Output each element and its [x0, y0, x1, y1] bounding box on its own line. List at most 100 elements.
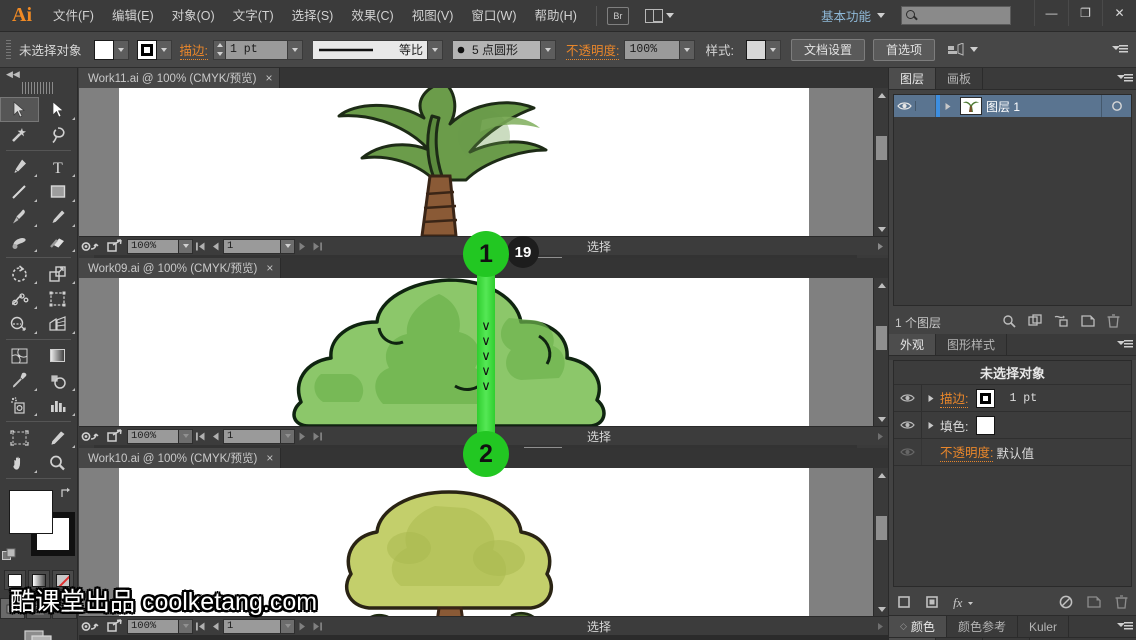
fill-color-control[interactable]	[93, 39, 129, 60]
vertical-scrollbar-3[interactable]	[873, 468, 889, 616]
stroke-dropdown-button[interactable]	[156, 39, 172, 60]
last-artboard-button[interactable]	[310, 428, 325, 445]
maximize-button[interactable]: ❐	[1068, 0, 1102, 26]
zoom-level-value[interactable]: 100%	[127, 238, 179, 254]
previous-artboard-button[interactable]	[208, 238, 223, 255]
previous-artboard-button[interactable]	[208, 428, 223, 445]
eye-icon[interactable]	[894, 101, 916, 111]
status-expand-button[interactable]	[873, 238, 888, 255]
share-icon[interactable]	[103, 428, 127, 445]
artboard-number-value[interactable]: 1	[223, 428, 281, 444]
add-new-fill-icon[interactable]	[925, 595, 939, 612]
perspective-grid-tool[interactable]	[39, 311, 78, 336]
symbol-sprayer-tool[interactable]	[0, 393, 39, 418]
tab-color-guide[interactable]: 颜色参考	[946, 616, 1018, 637]
appearance-fill-label[interactable]: 填色:	[940, 416, 968, 435]
tab-artboards[interactable]: 画板	[936, 68, 984, 89]
artboard-number-value[interactable]: 1	[223, 238, 281, 254]
tab-graphic-styles[interactable]: 图形样式	[936, 334, 1008, 355]
menu-help[interactable]: 帮助(H)	[526, 0, 586, 32]
toolbar-grip[interactable]	[22, 82, 55, 94]
paintbrush-tool[interactable]	[0, 204, 39, 229]
first-artboard-button[interactable]	[193, 428, 208, 445]
width-tool[interactable]	[0, 286, 39, 311]
appearance-row-fill[interactable]: 填色:	[894, 411, 1131, 439]
scroll-down-icon[interactable]	[874, 412, 889, 426]
eye-icon[interactable]	[894, 384, 922, 412]
preferences-button[interactable]: 首选项	[872, 38, 935, 61]
document-tab-work10[interactable]: Work10.ai @ 100% (CMYK/预览) ×	[79, 448, 282, 468]
menu-window[interactable]: 窗口(W)	[462, 0, 525, 32]
document-tab-work11[interactable]: Work11.ai @ 100% (CMYK/预览) ×	[79, 68, 281, 88]
tab-appearance[interactable]: 外观	[889, 334, 937, 355]
workspace-chevron-icon[interactable]	[877, 13, 885, 18]
menu-type[interactable]: 文字(T)	[224, 0, 283, 32]
menu-edit[interactable]: 编辑(E)	[103, 0, 163, 32]
artboard-tool[interactable]	[0, 425, 39, 450]
locate-object-icon[interactable]	[1002, 314, 1016, 331]
fill-color-box[interactable]	[9, 490, 53, 534]
stroke-color-control[interactable]	[136, 39, 172, 60]
style-dropdown[interactable]	[765, 39, 781, 60]
zoom-level-value[interactable]: 100%	[127, 428, 179, 444]
layer-target-icon[interactable]	[1101, 95, 1131, 117]
bridge-button[interactable]: Br	[606, 6, 629, 25]
vertical-scroll-thumb[interactable]	[876, 326, 887, 350]
blend-tool[interactable]	[39, 368, 78, 393]
lock-toggle[interactable]	[916, 95, 936, 117]
graphic-style-control[interactable]	[745, 39, 781, 60]
menu-object[interactable]: 对象(O)	[163, 0, 224, 32]
brush-definition-control[interactable]: 5 点圆形	[453, 39, 556, 60]
scroll-down-icon[interactable]	[874, 222, 889, 236]
next-artboard-button[interactable]	[295, 428, 310, 445]
stroke-weight-stepper[interactable]	[213, 39, 226, 60]
line-segment-tool[interactable]	[0, 179, 39, 204]
make-clipping-mask-icon[interactable]	[1028, 313, 1042, 331]
stroke-weight-control[interactable]: 1 pt	[213, 39, 303, 60]
close-icon[interactable]: ×	[266, 261, 273, 275]
mesh-tool[interactable]	[0, 343, 39, 368]
eye-icon[interactable]	[894, 438, 922, 466]
stroke-swatch[interactable]	[136, 39, 157, 60]
duplicate-item-icon[interactable]	[1087, 595, 1101, 612]
artboard-dropdown[interactable]	[281, 428, 295, 444]
create-sublayer-icon[interactable]	[1054, 314, 1069, 331]
zoom-tool[interactable]	[39, 450, 78, 475]
lasso-tool[interactable]	[39, 122, 78, 147]
eyedropper-tool[interactable]	[0, 368, 39, 393]
minimize-button[interactable]: —	[1034, 0, 1068, 26]
menu-effect[interactable]: 效果(C)	[342, 0, 402, 32]
pencil-tool[interactable]	[39, 204, 78, 229]
rotate-tool[interactable]	[0, 261, 39, 286]
canvas-work09[interactable]	[79, 278, 873, 426]
scale-tool[interactable]	[39, 261, 78, 286]
next-artboard-button[interactable]	[295, 238, 310, 255]
tab-color[interactable]: ◇ 颜色	[889, 616, 947, 637]
opacity-dropdown[interactable]	[680, 39, 696, 60]
menu-file[interactable]: 文件(F)	[44, 0, 103, 32]
stroke-profile-control[interactable]: 等比	[313, 39, 443, 60]
artboard-dropdown[interactable]	[281, 238, 295, 254]
eraser-tool[interactable]	[39, 229, 78, 254]
fill-dropdown-button[interactable]	[113, 39, 129, 60]
stroke-weight-label[interactable]: 描边:	[179, 40, 208, 60]
first-artboard-button[interactable]	[193, 618, 208, 635]
align-options-button[interactable]	[947, 42, 978, 57]
gradient-tool[interactable]	[39, 343, 78, 368]
status-expand-button[interactable]	[873, 618, 888, 635]
layer-row[interactable]: 图层 1	[894, 95, 1131, 117]
close-icon[interactable]: ×	[265, 71, 272, 85]
stroke-profile-dropdown[interactable]	[428, 39, 443, 60]
menu-select[interactable]: 选择(S)	[283, 0, 343, 32]
style-swatch[interactable]	[745, 39, 766, 60]
free-transform-tool[interactable]	[39, 286, 78, 311]
vertical-scroll-thumb[interactable]	[876, 136, 887, 160]
default-fill-stroke-icon[interactable]	[2, 548, 18, 562]
appearance-stroke-value[interactable]: 1 pt	[1009, 392, 1037, 405]
appearance-stroke-label[interactable]: 描边:	[940, 388, 969, 408]
next-artboard-button[interactable]	[295, 618, 310, 635]
layer-name[interactable]: 图层 1	[986, 98, 1101, 115]
menu-view[interactable]: 视图(V)	[403, 0, 463, 32]
document-setup-button[interactable]: 文档设置	[790, 38, 865, 61]
color-panel-menu-icon[interactable]	[1114, 616, 1136, 637]
